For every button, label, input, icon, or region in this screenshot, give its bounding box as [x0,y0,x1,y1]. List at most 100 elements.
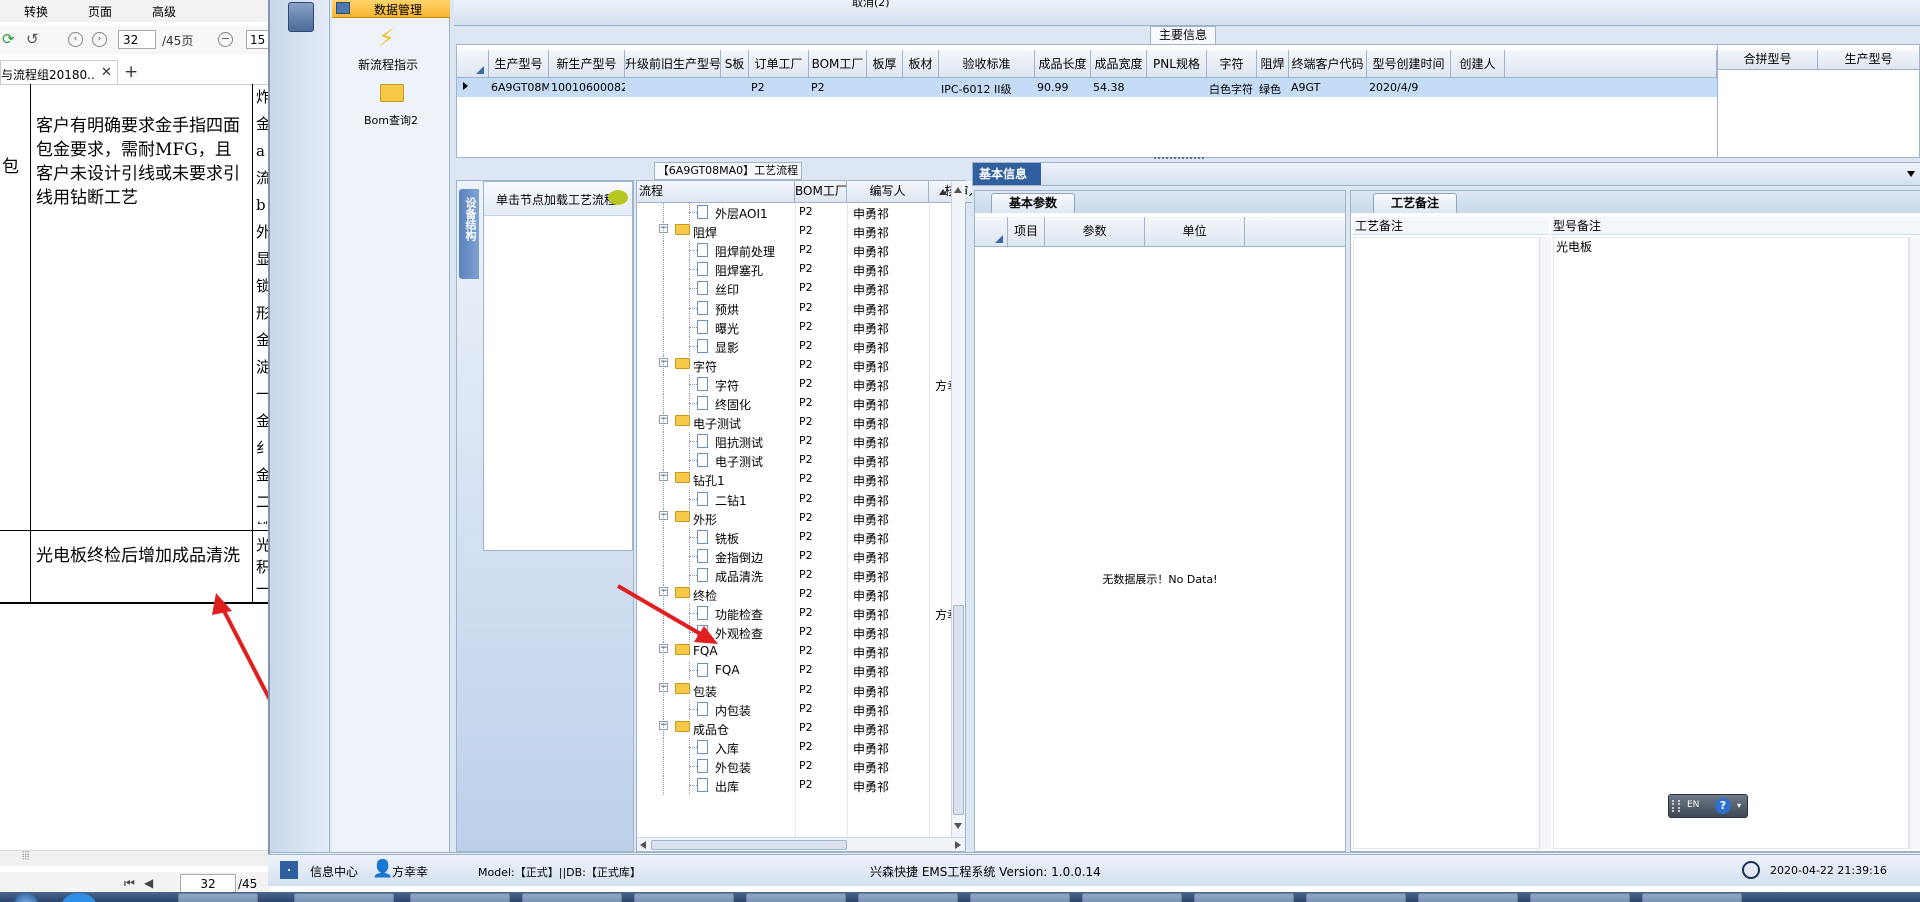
params-col-header[interactable]: 项目 [1007,217,1045,247]
start-button-icon[interactable] [14,893,38,902]
table-cell[interactable]: A9GT [1291,81,1367,94]
tree-row[interactable]: 金指倒边P2申勇祁已编 [637,546,951,566]
prev-icon[interactable]: ◀ [144,876,153,890]
tab-device-structure[interactable]: 设备结构 [459,189,479,279]
col-header[interactable]: 型号创建时间 [1367,50,1451,78]
table-row[interactable]: 6A9GT08MA010010600082981 P2P2 IPC-6012 II级… [457,78,1717,97]
taskbar-button[interactable] [410,893,510,902]
table-cell[interactable]: 白色字符 [1209,81,1257,97]
menu-convert[interactable]: 转换 [24,3,48,20]
col-header[interactable]: S板 [721,50,749,78]
help-icon[interactable]: ? [1715,798,1731,814]
tree-row[interactable]: 出库P2申勇祁已编 [637,776,951,795]
bottom-page-input[interactable]: 32 [180,874,236,893]
scroll-up-icon[interactable] [954,187,962,193]
model-note-scroll[interactable] [1909,237,1920,849]
first-page-icon[interactable]: ⏮ [124,876,135,891]
col-header[interactable]: 成品长度 [1035,50,1091,78]
col-header[interactable]: 成品宽度 [1091,50,1147,78]
tree-row[interactable]: 外包装P2申勇祁已编 [637,756,951,776]
process-note-textarea[interactable] [1353,237,1549,849]
page-number-input[interactable]: 32 [118,30,156,49]
col-header[interactable]: 验收标准 [939,50,1035,78]
col-header[interactable]: PNL规格 [1147,50,1207,78]
tree-row[interactable]: −电子测试P2申勇祁已编 [637,413,951,433]
taskbar-button[interactable] [1642,893,1742,902]
taskbar-button[interactable] [1082,893,1182,902]
cancel-label[interactable]: 取消(2) [852,0,890,10]
taskbar-button[interactable] [1306,893,1406,902]
params-col-header[interactable]: 单位 [1145,217,1245,247]
tree-row[interactable]: 阻抗测试P2申勇祁已编 [637,432,951,452]
prev-page-icon[interactable]: ‹ [68,32,83,47]
basic-info-title[interactable]: 基本信息 [973,163,1041,185]
sidebar-item-new-flow[interactable]: ⚡ 新流程指示 [332,24,450,74]
col-header[interactable]: 创建人 [1451,50,1505,78]
tree-hscroll[interactable] [637,837,965,851]
model-note-textarea[interactable]: 光电板 [1553,237,1909,849]
hscroll-thumb[interactable] [651,840,847,850]
scroll-right-icon[interactable] [955,841,961,849]
tree-col-header[interactable]: 流程 [637,181,795,203]
table-cell[interactable]: P2 [751,81,809,94]
pdf-hscroll[interactable]: ⦙⦙⦙ [0,849,270,866]
table-cell[interactable]: 54.38 [1093,81,1147,94]
menu-page[interactable]: 页面 [88,3,112,20]
tree-row[interactable]: 入库P2申勇祁已编 [637,737,951,757]
tree-row[interactable]: 二钻1P2申勇祁已编 [637,489,951,509]
tree-row[interactable]: −阻焊P2申勇祁已编 [637,222,951,242]
col-header[interactable]: 字符 [1207,50,1257,78]
col-header[interactable]: 生产型号 [489,50,549,78]
taskbar-button[interactable] [970,893,1070,902]
taskbar-button[interactable] [1418,893,1518,902]
undo-icon[interactable]: ↺ [26,30,39,48]
language-bar[interactable]: EN ? ▾ [1668,794,1748,818]
tree-row[interactable]: 字符P2申勇祁方幸幸已审 [637,374,951,394]
tree-row[interactable]: 终固化P2申勇祁已编 [637,394,951,413]
tab-basic-params[interactable]: 基本参数 [991,193,1075,213]
load-hint-header[interactable]: 单击节点加载工艺流程 [484,182,632,216]
tree-row[interactable]: 曝光P2申勇祁已编 [637,317,951,337]
table-cell[interactable]: 10010600082981 [551,81,625,94]
tree-col-header[interactable]: 编写人 [847,181,929,203]
table-cell[interactable]: 6A9GT08MA0 [491,81,549,94]
sidebar-item-bom-query[interactable]: Bom查询2 [332,82,450,128]
taskbar-button[interactable] [858,893,958,902]
new-tab-icon[interactable]: + [124,62,138,82]
tree-row[interactable]: 预烘P2申勇祁已编 [637,298,951,318]
taskbar-button[interactable] [746,893,846,902]
col-header[interactable]: 阻焊 [1257,50,1289,78]
col-header[interactable]: 板材 [903,50,939,78]
scroll-thumb[interactable] [953,605,964,815]
ie-icon[interactable] [62,893,96,902]
col-header[interactable]: 升级前旧生产型号 [625,50,721,78]
tab-process-notes[interactable]: 工艺备注 [1373,193,1457,213]
tree-row[interactable]: 阻焊塞孔P2申勇祁已编 [637,260,951,280]
tree-col-header[interactable]: BOM工厂 [795,181,847,203]
sidebar-header[interactable]: 数据管理 [332,0,450,18]
notes-scroll[interactable] [1539,237,1551,849]
info-center-label[interactable]: 信息中心 [310,863,358,880]
tree-row[interactable]: 内包装P2申勇祁已编 [637,699,951,719]
tree-row[interactable]: 外层AOI1P2申勇祁已编 [637,203,951,222]
menu-advanced[interactable]: 高级 [152,3,176,20]
merge-col-header[interactable]: 合拼型号 [1718,50,1818,70]
table-cell[interactable]: 90.99 [1037,81,1091,94]
chevron-down-icon[interactable]: ▾ [1737,801,1741,810]
col-header[interactable]: 板厚 [867,50,903,78]
col-header[interactable]: BOM工厂 [809,50,867,78]
params-col-header[interactable]: 参数 [1045,217,1145,247]
next-page-icon[interactable]: › [92,32,107,47]
tree-row[interactable]: 丝印P2申勇祁已编 [637,279,951,299]
taskbar-button[interactable] [1530,893,1630,902]
taskbar-button[interactable] [522,893,622,902]
col-header[interactable]: 终端客户代码 [1289,50,1367,78]
tree-row[interactable]: FQAP2申勇祁已编 [637,661,951,681]
table-cell[interactable]: 2020/4/9 [1369,81,1451,94]
tree-row[interactable]: 电子测试P2申勇祁已编 [637,451,951,471]
tree-row[interactable]: −字符P2申勇祁已编 [637,355,951,375]
col-header[interactable]: 新生产型号 [549,50,625,78]
tree-row[interactable]: −外形P2申勇祁已编 [637,508,951,528]
merge-col-header[interactable]: 生产型号 [1818,50,1920,70]
refresh-icon[interactable]: ⟳ [2,30,15,48]
